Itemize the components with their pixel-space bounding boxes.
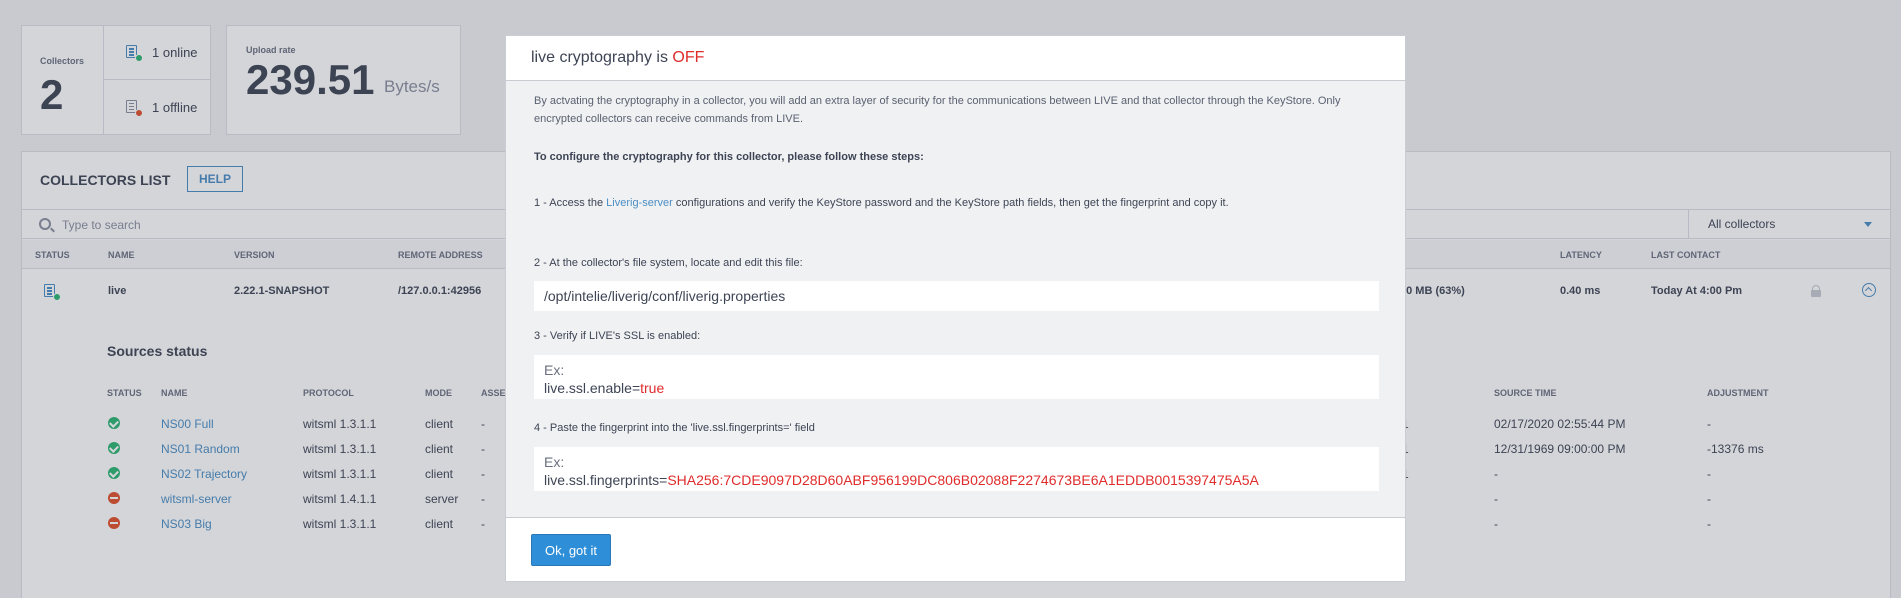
cryptography-modal: live cryptography is OFF By actvating th… xyxy=(505,35,1406,582)
step-2: 2 - At the collector's file system, loca… xyxy=(534,257,803,269)
example-label: Ex: xyxy=(544,454,565,470)
example-label: Ex: xyxy=(544,362,565,378)
step-4: 4 - Paste the fingerprint into the 'live… xyxy=(534,422,815,434)
modal-header: live cryptography is OFF xyxy=(506,36,1405,81)
fingerprint-example: Ex: live.ssl.fingerprints=SHA256:7CDE909… xyxy=(534,447,1379,491)
step-1-suffix: configurations and verify the KeyStore p… xyxy=(672,197,1229,209)
steps-heading: To configure the cryptography for this c… xyxy=(534,151,924,163)
ssl-enable-value: true xyxy=(640,380,665,396)
ssl-enable-key: live.ssl.enable= xyxy=(544,380,641,396)
properties-path-box: /opt/intelie/liverig/conf/liverig.proper… xyxy=(534,281,1379,311)
fingerprint-value: SHA256:7CDE9097D28D60ABF956199DC806B0208… xyxy=(667,472,1259,488)
ssl-enable-example: Ex: live.ssl.enable=true xyxy=(534,355,1379,399)
modal-footer: Ok, got it xyxy=(506,517,1405,581)
step-1-prefix: 1 - Access the xyxy=(534,197,607,209)
step-3: 3 - Verify if LIVE's SSL is enabled: xyxy=(534,330,701,342)
properties-path: /opt/intelie/liverig/conf/liverig.proper… xyxy=(544,288,786,304)
liverig-server-link[interactable]: Liverig-server xyxy=(606,197,673,209)
fingerprint-key: live.ssl.fingerprints= xyxy=(544,472,668,488)
modal-title: live cryptography is xyxy=(531,49,673,66)
ok-got-it-button[interactable]: Ok, got it xyxy=(531,534,611,566)
modal-intro-text: By actvating the cryptography in a colle… xyxy=(534,95,1341,125)
cryptography-state: OFF xyxy=(672,49,705,66)
step-1: 1 - Access the Liverig-server configurat… xyxy=(534,194,1229,212)
